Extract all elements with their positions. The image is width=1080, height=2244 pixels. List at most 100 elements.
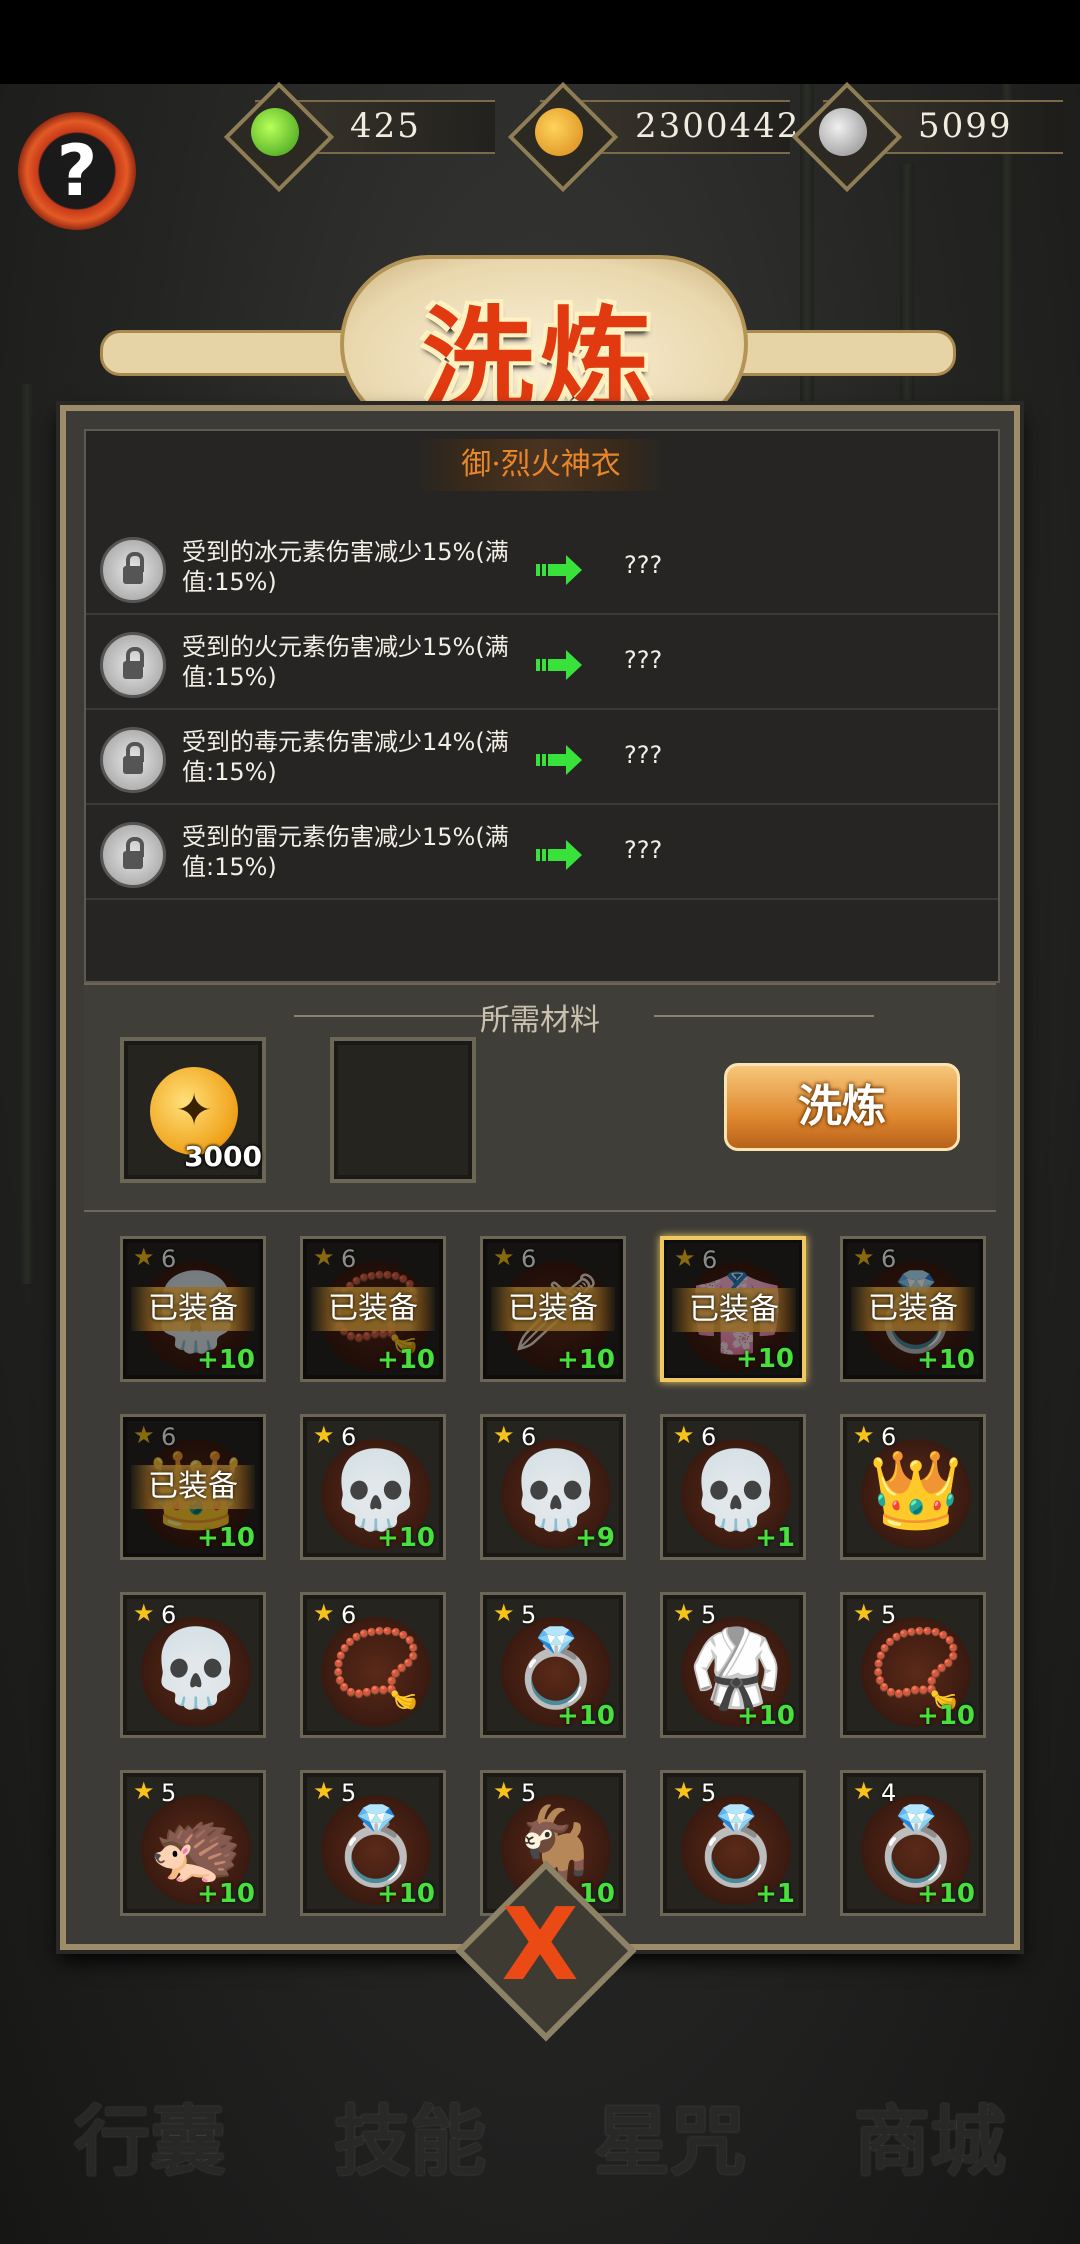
attribute-new-value: ??? <box>624 741 663 769</box>
inventory-item[interactable]: 👑★6已装备+10 <box>120 1414 266 1560</box>
inventory-grid: 💀★6已装备+10📿★6已装备+10🗡★6已装备+10👘★6已装备+10💍★6已… <box>84 1216 996 1916</box>
item-enhance-level: +10 <box>737 1701 795 1731</box>
refine-panel: 御·烈火神衣 受到的冰元素伤害减少15%(满值:15%) ??? 受到的火元素伤… <box>60 405 1020 1950</box>
inventory-item[interactable]: 💀 ★ 6 +9 <box>480 1414 626 1560</box>
material-quantity: 3000 <box>184 1140 262 1173</box>
nav-shop[interactable]: 商城 <box>830 2080 1030 2190</box>
inventory-item[interactable]: 💀 ★ 6 +1 <box>660 1414 806 1560</box>
inventory-item[interactable]: 💍 ★ 5 +1 <box>660 1770 806 1916</box>
help-button[interactable]: ? <box>18 112 136 230</box>
item-enhance-level: +1 <box>755 1523 795 1553</box>
equipped-badge: 已装备 <box>491 1287 615 1331</box>
lock-icon[interactable] <box>100 727 166 793</box>
nav-bag[interactable]: 行囊 <box>50 2080 250 2190</box>
star-icon: ★ <box>673 1777 695 1805</box>
inventory-item[interactable]: 📿★6已装备+10 <box>300 1236 446 1382</box>
inventory-item[interactable]: 📿 ★ 6 <box>300 1592 446 1738</box>
item-stars: 5 <box>881 1601 897 1629</box>
inventory-item[interactable]: 💍 ★ 4 +10 <box>840 1770 986 1916</box>
lock-icon[interactable] <box>100 537 166 603</box>
item-enhance-level: +1 <box>755 1879 795 1909</box>
bamboo-decoration <box>20 384 34 1284</box>
help-icon: ? <box>56 130 98 212</box>
attribute-text: 受到的雷元素伤害减少15%(满值:15%) <box>182 823 509 881</box>
item-stars: 6 <box>701 1423 717 1451</box>
item-enhance-level: +10 <box>557 1345 615 1375</box>
item-enhance-level: +10 <box>197 1879 255 1909</box>
attribute-text: 受到的冰元素伤害减少15%(满值:15%) <box>182 538 509 596</box>
attribute-row: 受到的火元素伤害减少15%(满值:15%) ??? <box>86 618 998 710</box>
item-stars: 6 <box>161 1601 177 1629</box>
attributes-section: 御·烈火神衣 受到的冰元素伤害减少15%(满值:15%) ??? 受到的火元素伤… <box>84 429 1000 983</box>
inventory-item[interactable]: 🦔 ★ 5 +10 <box>120 1770 266 1916</box>
attribute-row: 受到的毒元素伤害减少14%(满值:15%) ??? <box>86 713 998 805</box>
star-icon: ★ <box>493 1599 515 1627</box>
inventory-item[interactable]: 💀 ★ 6 +10 <box>300 1414 446 1560</box>
item-stars: 5 <box>161 1779 177 1807</box>
resource-value: 2300442 <box>635 106 801 146</box>
arrow-right-icon <box>536 555 586 585</box>
gold-coin-icon <box>535 108 583 156</box>
attribute-text: 受到的火元素伤害减少15%(满值:15%) <box>182 633 509 691</box>
item-enhance-level: +10 <box>557 1701 615 1731</box>
lock-icon[interactable] <box>100 822 166 888</box>
star-icon: ★ <box>853 1421 875 1449</box>
attribute-new-value: ??? <box>624 836 663 864</box>
star-icon: ★ <box>853 1777 875 1805</box>
star-icon: ★ <box>853 1599 875 1627</box>
material-slot[interactable]: 3000 <box>120 1037 266 1183</box>
inventory-item[interactable]: 💀★6已装备+10 <box>120 1236 266 1382</box>
star-icon: ★ <box>673 1599 695 1627</box>
nav-stars[interactable]: 星咒 <box>570 2080 770 2190</box>
star-icon: ★ <box>313 1777 335 1805</box>
inventory-item[interactable]: 👑 ★ 6 <box>840 1414 986 1560</box>
star-icon: ★ <box>133 1599 155 1627</box>
item-stars: 5 <box>701 1779 717 1807</box>
item-enhance-level: +10 <box>197 1345 255 1375</box>
item-stars: 6 <box>881 1423 897 1451</box>
item-stars: 5 <box>341 1779 357 1807</box>
inventory-item[interactable]: 💀 ★ 6 <box>120 1592 266 1738</box>
attribute-new-value: ??? <box>624 646 663 674</box>
lock-icon[interactable] <box>100 632 166 698</box>
inventory-item[interactable]: 📿 ★ 5 +10 <box>840 1592 986 1738</box>
nav-skills[interactable]: 技能 <box>310 2080 510 2190</box>
arrow-right-icon <box>536 840 586 870</box>
star-icon: ★ <box>493 1777 515 1805</box>
inventory-item[interactable]: 🗡★6已装备+10 <box>480 1236 626 1382</box>
star-icon: ★ <box>313 1421 335 1449</box>
item-stars: 5 <box>521 1601 537 1629</box>
star-icon: ★ <box>133 1777 155 1805</box>
item-stars: 4 <box>881 1779 897 1807</box>
material-slot-empty[interactable] <box>330 1037 476 1183</box>
item-name: 御·烈火神衣 <box>416 439 666 491</box>
inventory-item[interactable]: 🥋 ★ 5 +10 <box>660 1592 806 1738</box>
refine-button[interactable]: 洗炼 <box>724 1063 960 1151</box>
inventory-item[interactable]: 💍 ★ 5 +10 <box>300 1770 446 1916</box>
attribute-text: 受到的毒元素伤害减少14%(满值:15%) <box>182 728 509 786</box>
resource-value: 425 <box>350 106 421 146</box>
star-icon: ★ <box>673 1421 695 1449</box>
status-bar <box>0 0 1080 84</box>
equipped-badge: 已装备 <box>672 1288 796 1332</box>
item-enhance-level: +10 <box>917 1879 975 1909</box>
item-enhance-level: +10 <box>377 1879 435 1909</box>
item-stars: 6 <box>341 1423 357 1451</box>
item-enhance-level: +10 <box>197 1523 255 1553</box>
arrow-right-icon <box>536 650 586 680</box>
item-enhance-level: +10 <box>377 1523 435 1553</box>
item-icon: 💀 <box>148 1623 244 1712</box>
item-enhance-level: +10 <box>377 1345 435 1375</box>
materials-section: 所需材料 3000 洗炼 <box>84 983 996 1212</box>
inventory-item[interactable]: 💍★6已装备+10 <box>840 1236 986 1382</box>
attribute-new-value: ??? <box>624 551 663 579</box>
item-enhance-level: +10 <box>917 1345 975 1375</box>
equipped-badge: 已装备 <box>131 1287 255 1331</box>
inventory-item[interactable]: 👘★6已装备+10 <box>660 1236 806 1382</box>
item-enhance-level: +10 <box>917 1701 975 1731</box>
inventory-item[interactable]: 💍 ★ 5 +10 <box>480 1592 626 1738</box>
equipped-badge: 已装备 <box>131 1465 255 1509</box>
item-stars: 5 <box>701 1601 717 1629</box>
attribute-row: 受到的冰元素伤害减少15%(满值:15%) ??? <box>86 523 998 615</box>
star-icon: ★ <box>493 1421 515 1449</box>
